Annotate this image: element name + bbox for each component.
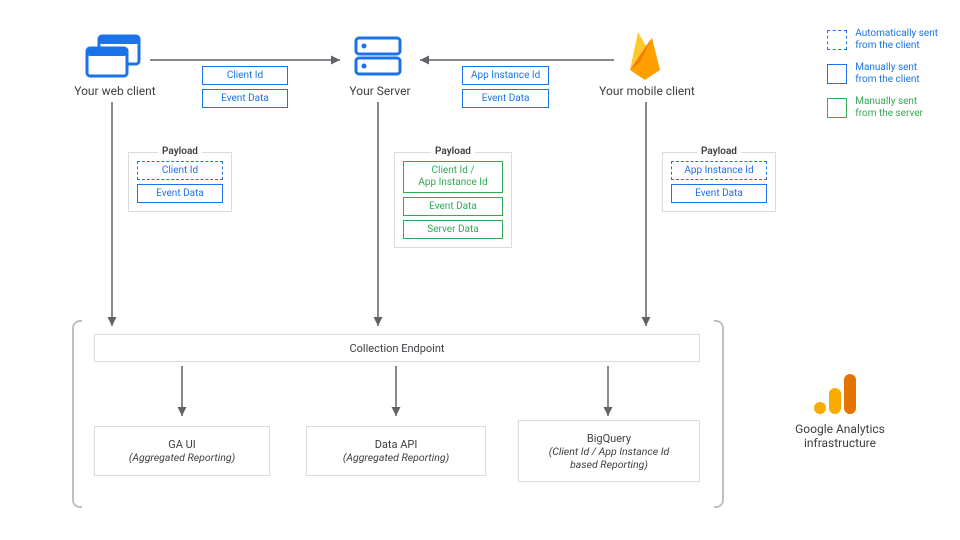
web-client-label: Your web client [60, 84, 170, 98]
payload-web-eventdata: Event Data [137, 184, 223, 203]
ga-infra-label: Google Analytics infrastructure [770, 422, 910, 450]
web-client-icon [85, 34, 141, 81]
payload-title: Payload [158, 146, 202, 157]
ga-ui-sub: (Aggregated Reporting) [103, 451, 261, 464]
data-api-sub: (Aggregated Reporting) [315, 451, 477, 464]
collection-endpoint: Collection Endpoint [94, 334, 700, 362]
ga-logo-icon [812, 370, 858, 419]
bigquery-sub: (Client Id / App Instance Id based Repor… [527, 445, 691, 471]
bigquery-title: BigQuery [527, 432, 691, 445]
mobile-client-label: Your mobile client [590, 84, 704, 98]
legend-auto: Automatically sent from the client [827, 28, 938, 52]
infra-bracket-left [72, 320, 82, 508]
legend: Automatically sent from the client Manua… [827, 28, 938, 120]
legend-auto-text: Automatically sent from the client [855, 28, 938, 52]
payload-title: Payload [697, 146, 741, 157]
payload-server-eventdata: Event Data [403, 197, 503, 216]
tag-app-instance-id: App Instance Id [462, 66, 549, 85]
ga-ui-title: GA UI [103, 438, 261, 451]
legend-manual-server-text: Manually sent from the server [855, 96, 923, 120]
payload-web-clientid: Client Id [137, 161, 223, 180]
firebase-icon [624, 28, 666, 85]
payload-mobile-appid: App Instance Id [671, 161, 767, 180]
payload-server: Payload Client Id / App Instance Id Even… [394, 152, 512, 248]
data-api-box: Data API (Aggregated Reporting) [306, 426, 486, 476]
collection-endpoint-label: Collection Endpoint [103, 342, 691, 355]
tag-client-id: Client Id [202, 66, 288, 85]
bigquery-box: BigQuery (Client Id / App Instance Id ba… [518, 420, 700, 482]
data-api-title: Data API [315, 438, 477, 451]
payload-mobile-eventdata: Event Data [671, 184, 767, 203]
payload-mobile: Payload App Instance Id Event Data [662, 152, 776, 212]
payload-server-ids: Client Id / App Instance Id [403, 161, 503, 193]
tag-event-data: Event Data [202, 89, 288, 108]
ga-ui-box: GA UI (Aggregated Reporting) [94, 426, 270, 476]
server-icon [352, 34, 404, 81]
payload-web: Payload Client Id Event Data [128, 152, 232, 212]
legend-manual-client: Manually sent from the client [827, 62, 938, 86]
tag-event-data: Event Data [462, 89, 549, 108]
payload-title: Payload [431, 146, 475, 157]
payload-server-serverdata: Server Data [403, 220, 503, 239]
infra-bracket-right [714, 320, 724, 508]
legend-manual-server: Manually sent from the server [827, 96, 938, 120]
legend-manual-client-text: Manually sent from the client [855, 62, 919, 86]
server-label: Your Server [330, 84, 430, 98]
